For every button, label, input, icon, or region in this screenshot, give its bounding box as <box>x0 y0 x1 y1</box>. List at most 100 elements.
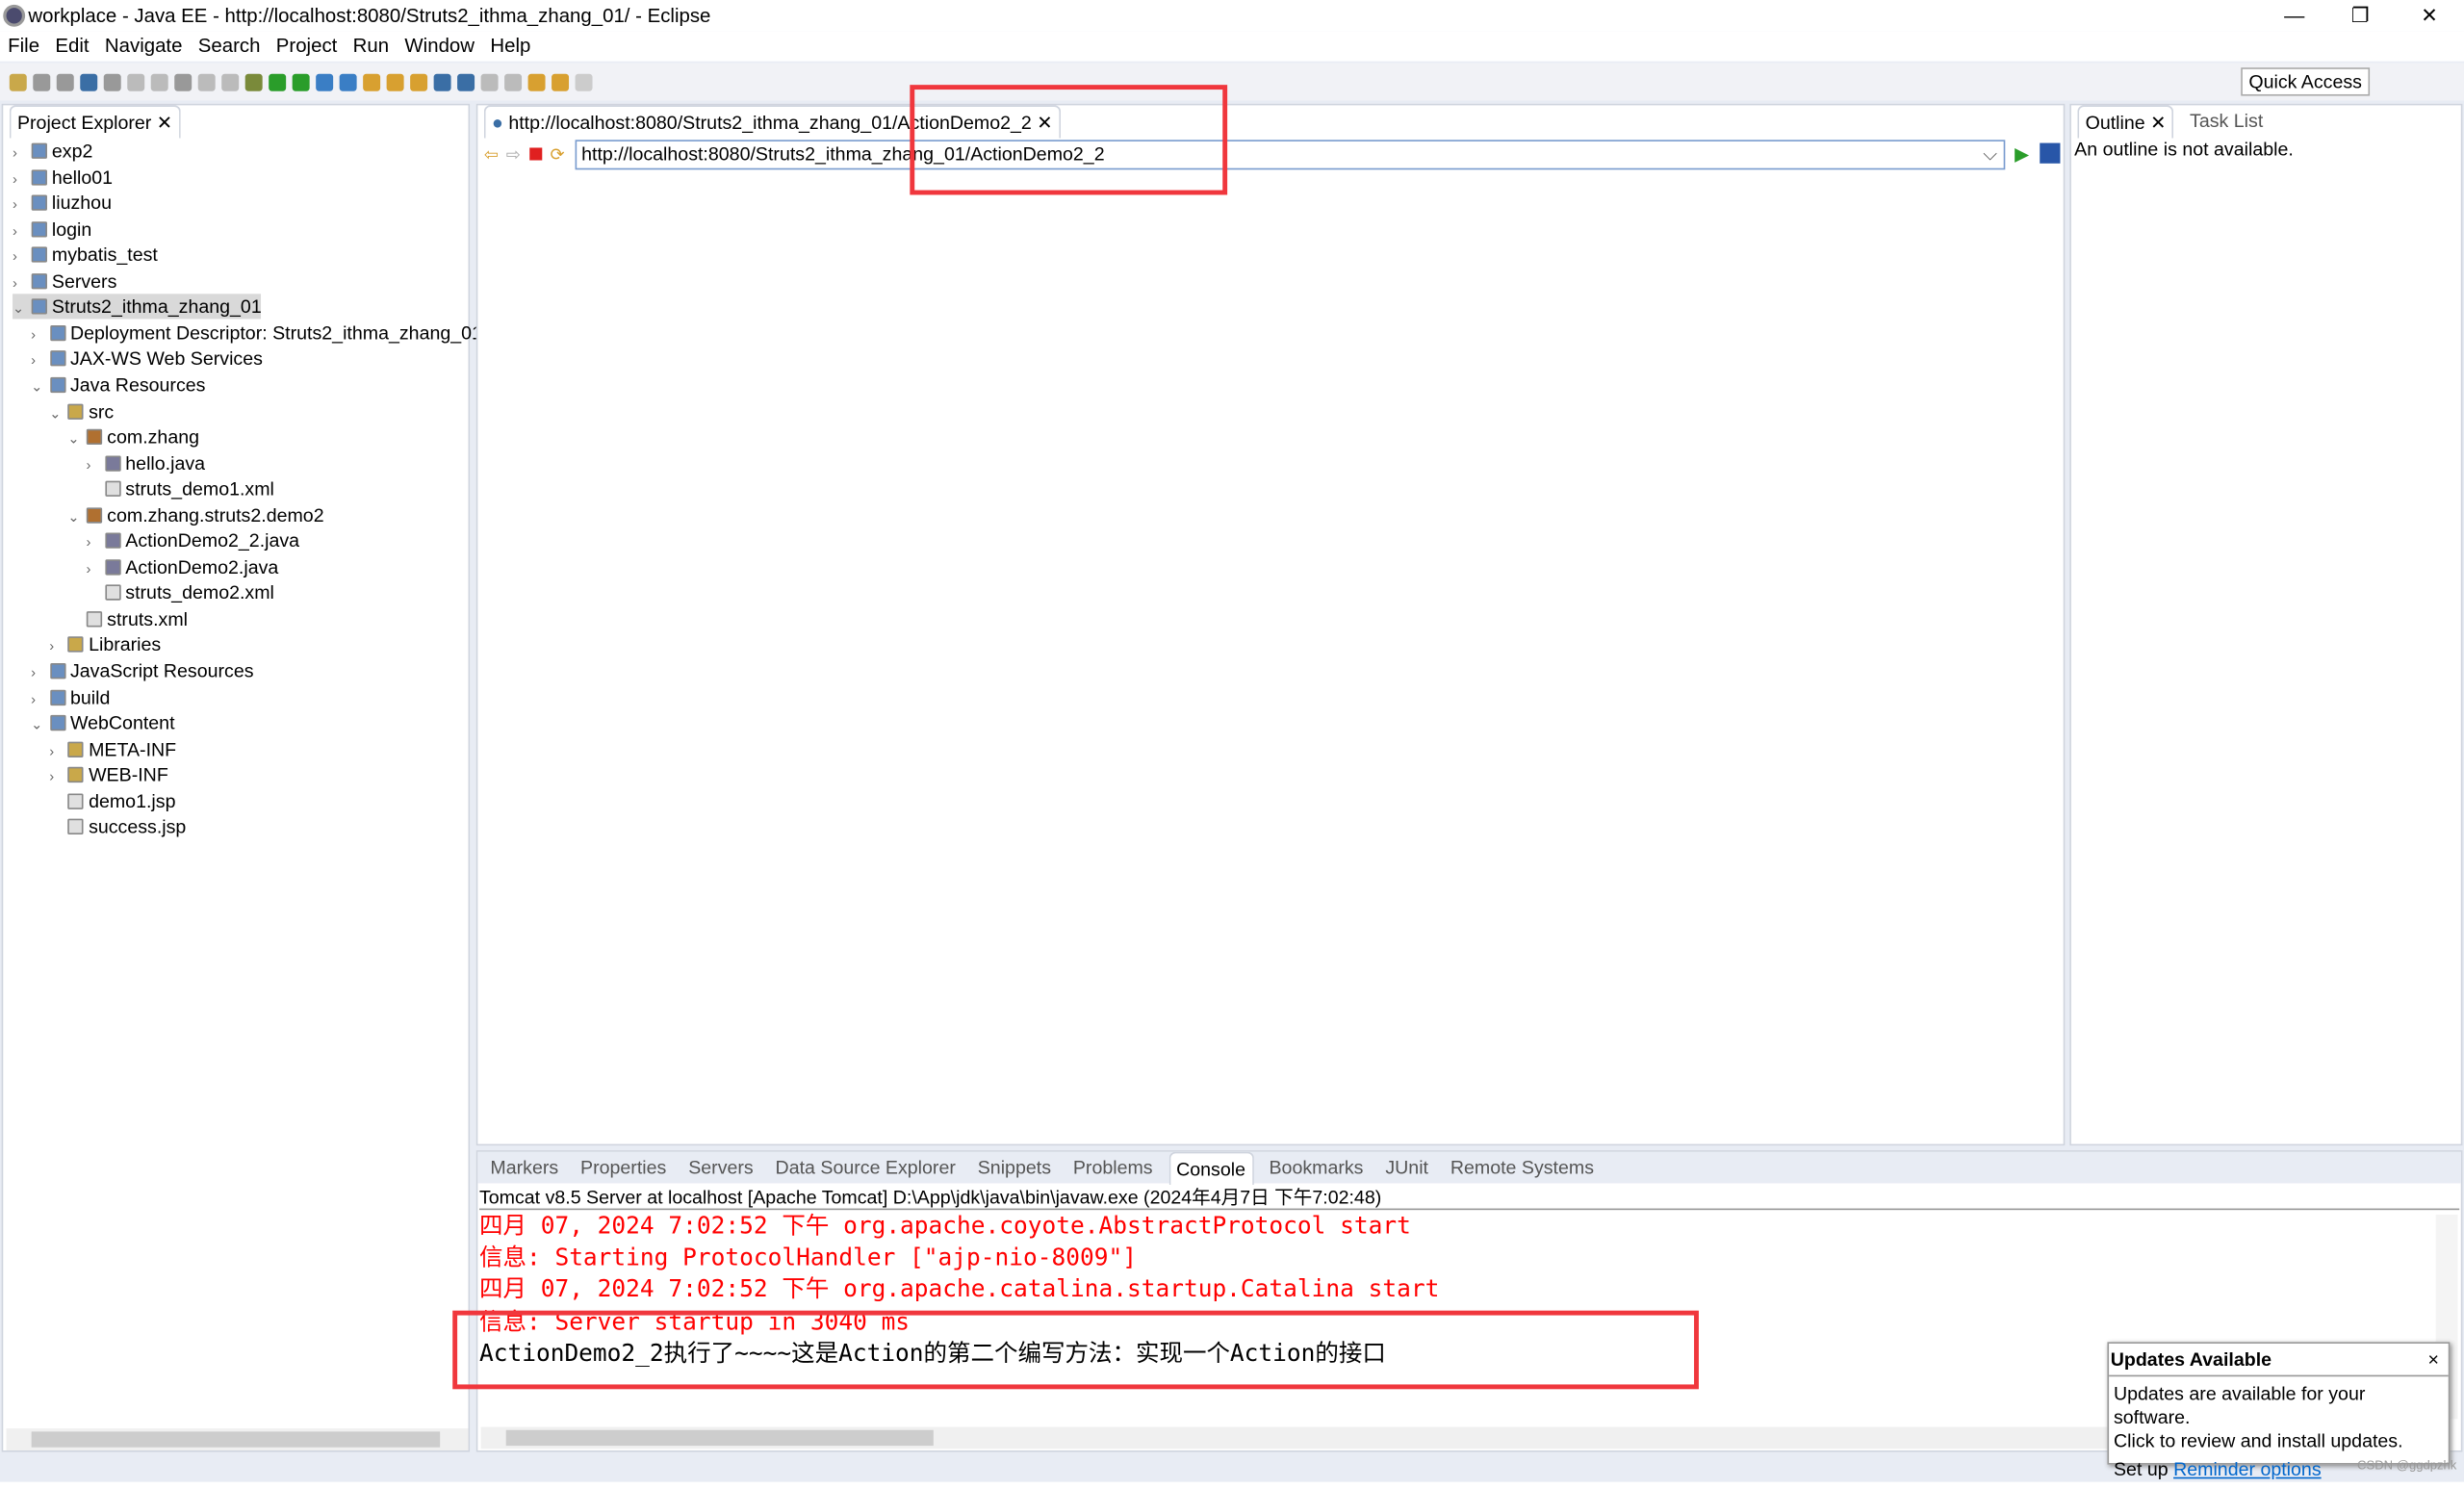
tree-item[interactable]: › JavaScript Resources <box>31 658 253 683</box>
tree-item[interactable]: ⌄ WebContent <box>31 710 174 735</box>
toolbar-button-icon[interactable] <box>504 72 523 90</box>
tab-junit[interactable]: JUnit <box>1379 1152 1435 1184</box>
tree-item[interactable]: › META-INF <box>49 736 176 761</box>
menu-run[interactable]: Run <box>345 32 397 62</box>
tree-item[interactable]: › ActionDemo2.java <box>86 554 278 579</box>
back-icon[interactable]: ⇦ <box>484 144 499 166</box>
tree-item[interactable]: struts_demo2.xml <box>86 580 274 605</box>
restore-button[interactable]: ❐ <box>2329 0 2392 32</box>
toolbar-button-icon[interactable] <box>480 72 499 90</box>
forward-icon[interactable]: ⇨ <box>506 144 521 166</box>
toolbar-button-icon[interactable] <box>339 72 357 90</box>
tree-item[interactable]: › WEB-INF <box>49 762 168 787</box>
chevron-down-icon[interactable]: ⌄ <box>49 400 68 425</box>
chevron-right-icon[interactable]: › <box>13 269 32 295</box>
toolbar-button-icon[interactable] <box>103 72 121 90</box>
open-external-icon[interactable] <box>2040 142 2061 164</box>
menu-search[interactable]: Search <box>191 32 269 62</box>
tab-problems[interactable]: Problems <box>1066 1152 1159 1184</box>
chevron-right-icon[interactable]: › <box>49 738 68 763</box>
url-input[interactable]: http://localhost:8080/Struts2_ithma_zhan… <box>575 140 2006 170</box>
tree-item[interactable]: struts_demo1.xml <box>86 476 274 501</box>
chevron-down-icon[interactable]: ⌄ <box>13 295 32 321</box>
menu-navigate[interactable]: Navigate <box>97 32 191 62</box>
tab-data-source-explorer[interactable]: Data Source Explorer <box>769 1152 962 1184</box>
chevron-right-icon[interactable]: › <box>13 166 32 191</box>
tree-item[interactable]: › build <box>31 684 110 709</box>
tree-item[interactable]: demo1.jsp <box>49 788 175 813</box>
toolbar-button-icon[interactable] <box>244 72 263 90</box>
tree-item[interactable]: › mybatis_test <box>13 243 158 268</box>
chevron-right-icon[interactable]: › <box>13 140 32 165</box>
menu-project[interactable]: Project <box>269 32 346 62</box>
toolbar-button-icon[interactable] <box>33 72 51 90</box>
reminder-options-link[interactable]: Reminder options <box>2173 1458 2322 1480</box>
tab-remote-systems[interactable]: Remote Systems <box>1444 1152 1600 1184</box>
chevron-right-icon[interactable]: › <box>31 660 50 685</box>
tree-item[interactable]: › JAX-WS Web Services <box>31 346 263 372</box>
toolbar-button-icon[interactable] <box>386 72 404 90</box>
scrollbar-thumb[interactable] <box>31 1431 441 1448</box>
tree-item[interactable]: › exp2 <box>13 139 92 164</box>
chevron-right-icon[interactable]: › <box>31 347 50 372</box>
toolbar-button-icon[interactable] <box>127 72 145 90</box>
tab-servers[interactable]: Servers <box>682 1152 760 1184</box>
tree-item[interactable]: success.jsp <box>49 814 186 839</box>
tree-item[interactable]: › login <box>13 217 91 242</box>
quick-access-input[interactable]: Quick Access <box>2241 67 2371 96</box>
tree-item[interactable]: › Servers <box>13 269 116 294</box>
tree-item[interactable]: struts.xml <box>67 606 188 631</box>
tree-item[interactable]: › hello01 <box>13 165 113 190</box>
toolbar-button-icon[interactable] <box>197 72 216 90</box>
chevron-right-icon[interactable]: › <box>13 192 32 217</box>
chevron-right-icon[interactable]: › <box>13 244 32 269</box>
tree-item[interactable]: ⌄ Java Resources <box>31 372 205 398</box>
chevron-right-icon[interactable]: › <box>13 218 32 243</box>
tab-task-list[interactable]: Task List <box>2184 105 2270 137</box>
stop-icon[interactable] <box>529 147 543 161</box>
tab-properties[interactable]: Properties <box>574 1152 672 1184</box>
tab-console[interactable]: Console <box>1168 1150 1254 1185</box>
tab-markers[interactable]: Markers <box>484 1152 565 1184</box>
toolbar-button-icon[interactable] <box>363 72 381 90</box>
chevron-right-icon[interactable]: › <box>49 764 68 789</box>
tab-project-explorer[interactable]: Project Explorer ✕ <box>9 104 181 138</box>
minimize-button[interactable]: — <box>2263 0 2325 32</box>
tree-item[interactable]: › ActionDemo2_2.java <box>86 528 299 553</box>
menu-file[interactable]: File <box>0 32 47 62</box>
menu-window[interactable]: Window <box>397 32 482 62</box>
toolbar-button-icon[interactable] <box>457 72 475 90</box>
chevron-right-icon[interactable]: › <box>49 634 68 659</box>
tab-outline[interactable]: Outline ✕ <box>2077 104 2174 138</box>
close-icon[interactable]: × <box>2427 1348 2438 1371</box>
go-icon[interactable]: ▶ <box>2015 143 2029 166</box>
menu-edit[interactable]: Edit <box>47 32 97 62</box>
toolbar-button-icon[interactable] <box>410 72 428 90</box>
toolbar-button-icon[interactable] <box>433 72 451 90</box>
toolbar-button-icon[interactable] <box>9 72 27 90</box>
tree-item[interactable]: ⌄ com.zhang.struts2.demo2 <box>67 502 323 527</box>
updates-popup[interactable]: Updates Available × Updates are availabl… <box>2107 1342 2451 1480</box>
tree-item[interactable]: ⌄ com.zhang <box>67 424 199 449</box>
horizontal-scrollbar[interactable] <box>6 1428 469 1450</box>
chevron-down-icon[interactable]: ⌵ <box>1983 141 1997 168</box>
tab-bookmarks[interactable]: Bookmarks <box>1263 1152 1370 1184</box>
scrollbar-thumb[interactable] <box>505 1429 934 1447</box>
tree-item[interactable]: › liuzhou <box>13 191 112 216</box>
toolbar-button-icon[interactable] <box>174 72 192 90</box>
chevron-down-icon[interactable]: ⌄ <box>31 712 50 737</box>
menu-help[interactable]: Help <box>482 32 538 62</box>
tree-item[interactable]: ⌄ src <box>49 398 114 423</box>
toolbar-button-icon[interactable] <box>316 72 334 90</box>
chevron-right-icon[interactable]: › <box>86 530 105 555</box>
chevron-right-icon[interactable]: › <box>86 556 105 581</box>
chevron-right-icon[interactable]: › <box>31 686 50 711</box>
chevron-down-icon[interactable]: ⌄ <box>67 426 87 451</box>
console-horizontal-scrollbar[interactable] <box>480 1426 2116 1450</box>
chevron-down-icon[interactable]: ⌄ <box>67 504 87 529</box>
chevron-down-icon[interactable]: ⌄ <box>31 373 50 398</box>
toolbar-button-icon[interactable] <box>292 72 310 90</box>
chevron-right-icon[interactable]: › <box>86 452 105 477</box>
toolbar-button-icon[interactable] <box>575 72 593 90</box>
toolbar-button-icon[interactable] <box>269 72 287 90</box>
